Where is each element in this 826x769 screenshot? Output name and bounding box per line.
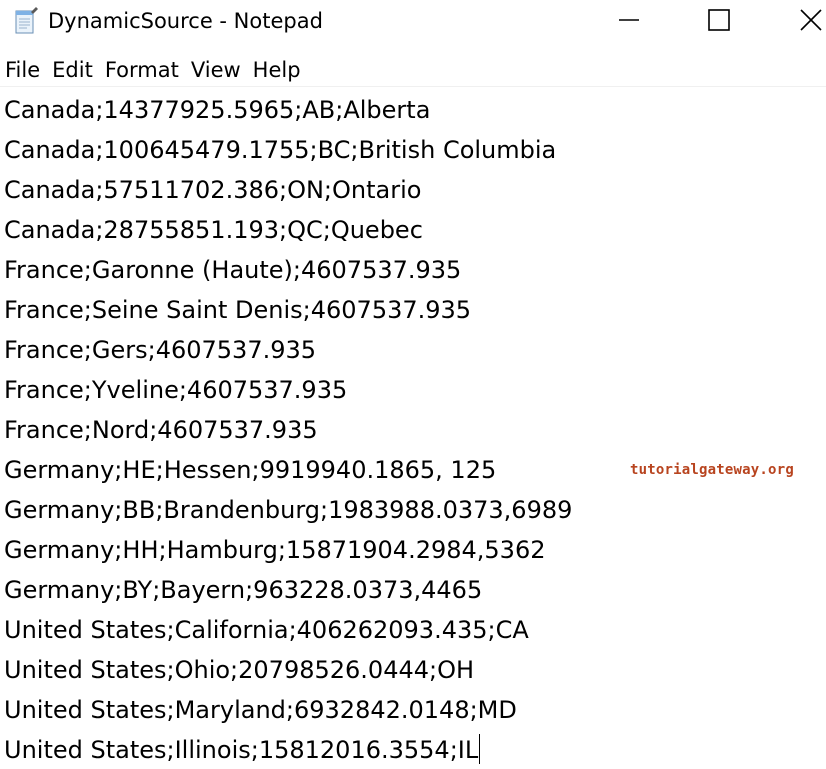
maximize-icon — [708, 9, 730, 35]
text-line: Canada;14377925.5965;AB;Alberta — [4, 96, 431, 124]
text-line: Germany;HH;Hamburg;15871904.2984,5362 — [4, 536, 546, 564]
text-line: Canada;57511702.386;ON;Ontario — [4, 176, 422, 204]
menu-bar: File Edit Format View Help — [0, 54, 826, 87]
text-line: France;Garonne (Haute);4607537.935 — [4, 256, 462, 284]
menu-edit[interactable]: Edit — [47, 56, 100, 84]
menu-format[interactable]: Format — [100, 56, 186, 84]
notepad-window: DynamicSource - Notepad File Edit Format… — [0, 0, 826, 769]
notepad-icon — [10, 6, 40, 36]
menu-file[interactable]: File — [0, 56, 47, 84]
close-button[interactable] — [784, 0, 826, 44]
text-line: United States;California;406262093.435;C… — [4, 616, 529, 644]
minimize-icon — [619, 10, 639, 34]
window-title: DynamicSource - Notepad — [48, 9, 323, 33]
text-line: Germany;HE;Hessen;9919940.1865, 125 — [4, 456, 497, 484]
text-line: Germany;BB;Brandenburg;1983988.0373,6989 — [4, 496, 573, 524]
menu-view[interactable]: View — [186, 56, 248, 84]
text-line: France;Yveline;4607537.935 — [4, 376, 348, 404]
text-line: Canada;28755851.193;QC;Quebec — [4, 216, 423, 244]
text-line: United States;Maryland;6932842.0148;MD — [4, 696, 517, 724]
title-bar[interactable]: DynamicSource - Notepad — [0, 0, 826, 44]
text-line: France;Gers;4607537.935 — [4, 336, 317, 364]
close-icon — [800, 9, 822, 35]
text-line: United States;Ohio;20798526.0444;OH — [4, 656, 475, 684]
text-editor[interactable]: Canada;14377925.5965;AB;Alberta Canada;1… — [0, 88, 826, 769]
text-line: Germany;BY;Bayern;963228.0373,4465 — [4, 576, 483, 604]
text-line: France;Nord;4607537.935 — [4, 416, 318, 444]
text-line-last: United States;Illinois;15812016.3554;IL — [4, 730, 481, 769]
watermark: tutorialgateway.org — [630, 462, 794, 478]
minimize-button[interactable] — [602, 0, 656, 44]
text-line: Canada;100645479.1755;BC;British Columbi… — [4, 136, 557, 164]
text-line: France;Seine Saint Denis;4607537.935 — [4, 296, 472, 324]
text-caret — [479, 734, 481, 764]
menu-help[interactable]: Help — [248, 56, 308, 84]
text-line-content: United States;Illinois;15812016.3554;IL — [4, 736, 479, 764]
maximize-button[interactable] — [692, 0, 746, 44]
